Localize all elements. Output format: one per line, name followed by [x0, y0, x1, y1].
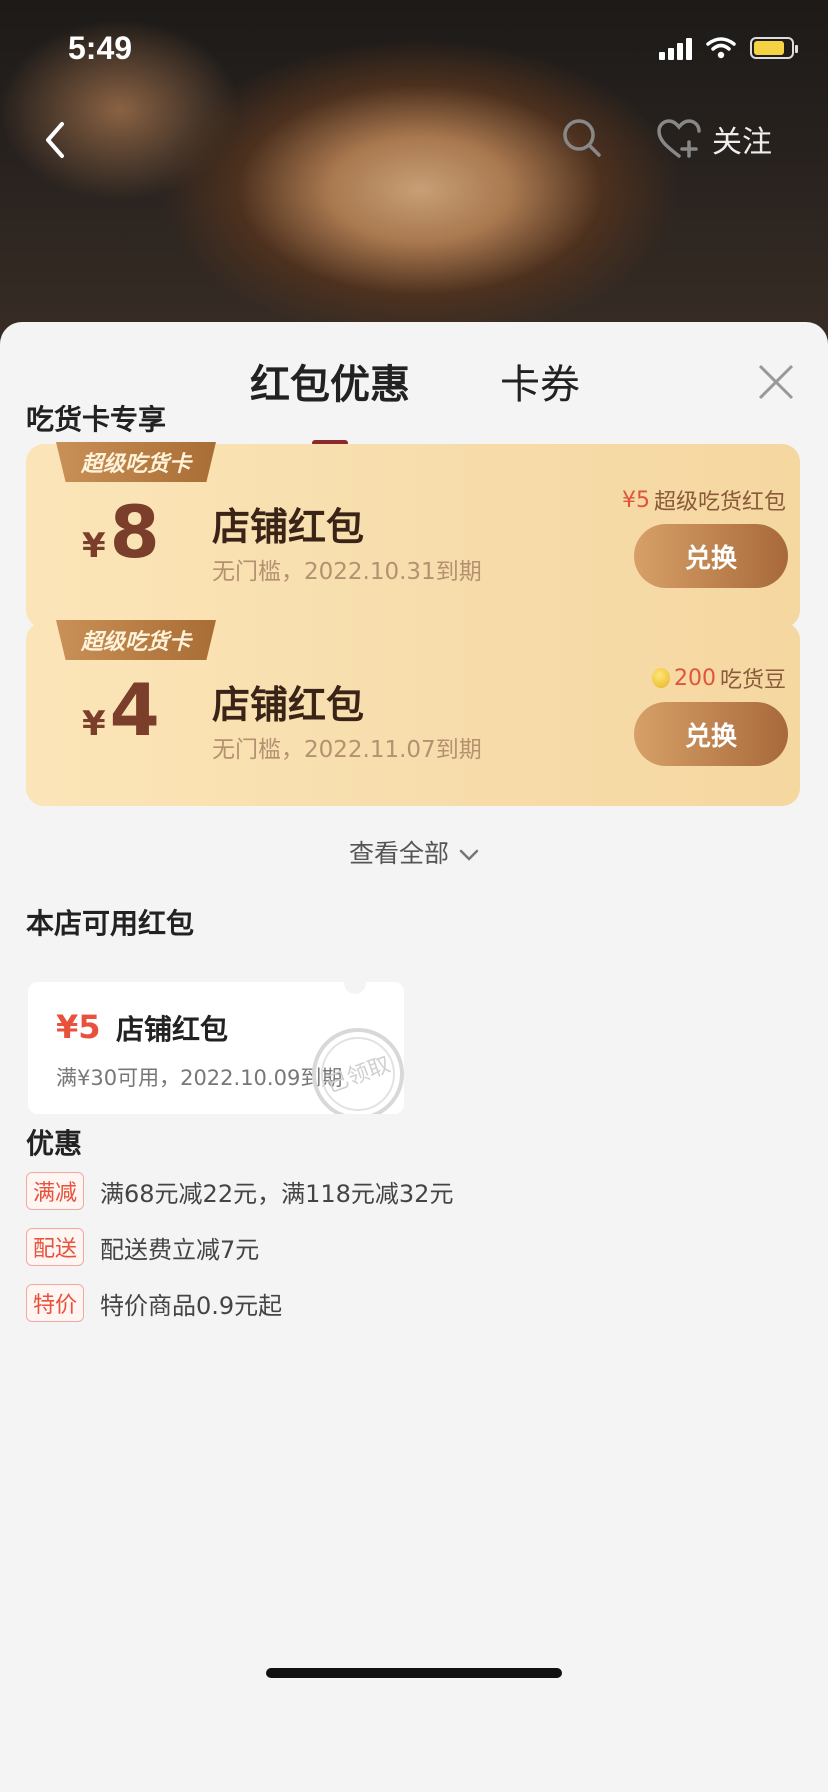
- coupon-desc: 无门槛，2022.11.07到期: [212, 737, 482, 763]
- vip-section-title: 吃货卡专享: [26, 403, 167, 436]
- view-all-link[interactable]: 查看全部: [0, 834, 828, 870]
- vip-coupon-card: 超级吃货卡 ¥ 4 店铺红包 无门槛，2022.11.07到期 200 吃货豆 …: [26, 620, 800, 806]
- exchange-button[interactable]: 兑换: [634, 524, 788, 588]
- super-foodie-card-badge: 超级吃货卡: [56, 442, 216, 482]
- coupon-amount: ¥ 4: [82, 668, 160, 752]
- shop-section-title: 本店可用红包: [26, 907, 195, 940]
- exchange-button[interactable]: 兑换: [634, 702, 788, 766]
- status-time: 5:49: [68, 30, 133, 66]
- promo-tag: 配送: [26, 1228, 85, 1266]
- battery-icon: [750, 37, 798, 59]
- home-indicator[interactable]: [266, 1668, 562, 1678]
- vip-coupon-card: 超级吃货卡 ¥ 8 店铺红包 无门槛，2022.10.31到期 ¥5 超级吃货红…: [26, 442, 800, 628]
- tab-red-packet-offers[interactable]: 红包优惠: [250, 352, 410, 410]
- coupon-sheet: 红包优惠 卡券 吃货卡专享 超级吃货卡 ¥ 8 店铺红包 无门槛，2022.10…: [0, 322, 828, 1792]
- foodie-bean-icon: [651, 668, 670, 688]
- promo-text: 满68元减22元，满118元减32元: [100, 1179, 454, 1208]
- heart-plus-icon: [657, 119, 701, 158]
- promo-item: 配送 配送费立减7元: [26, 1228, 259, 1266]
- coupon-name: 店铺红包: [116, 1013, 229, 1046]
- chevron-down-icon: [459, 849, 479, 861]
- coupon-desc: 无门槛，2022.10.31到期: [212, 559, 482, 585]
- promo-tag: 满减: [26, 1172, 85, 1210]
- search-icon[interactable]: [560, 116, 604, 160]
- super-foodie-card-badge: 超级吃货卡: [56, 620, 216, 660]
- promo-section-title: 优惠: [26, 1127, 83, 1160]
- follow-label: 关注: [712, 125, 772, 160]
- back-arrow-icon[interactable]: [36, 110, 76, 170]
- exchange-cost: 200 吃货豆: [651, 662, 786, 694]
- coupon-amount: ¥ 8: [82, 490, 160, 574]
- tab-vouchers[interactable]: 卡券: [500, 352, 580, 410]
- exchange-cost: ¥5 超级吃货红包: [621, 487, 786, 516]
- promo-text: 配送费立减7元: [100, 1235, 260, 1264]
- svg-text:已领取: 已领取: [323, 1052, 394, 1098]
- coupon-name: 店铺红包: [212, 683, 365, 727]
- coupon-desc: 满¥30可用，2022.10.09到期: [56, 1066, 343, 1090]
- promo-tag: 特价: [26, 1284, 85, 1322]
- coupon-amount: ¥5: [56, 1008, 101, 1046]
- promo-item: 特价 特价商品0.9元起: [26, 1284, 282, 1322]
- close-icon[interactable]: [756, 362, 796, 402]
- wifi-icon: [706, 37, 736, 59]
- coupon-name: 店铺红包: [212, 505, 365, 549]
- promo-text: 特价商品0.9元起: [100, 1291, 283, 1320]
- cellular-signal-icon: [659, 36, 692, 60]
- claimed-stamp-icon: 已领取: [312, 1028, 404, 1114]
- coupon-notch: [344, 982, 366, 994]
- status-bar: 5:49: [0, 0, 828, 100]
- shop-coupon-card[interactable]: ¥5 店铺红包 满¥30可用，2022.10.09到期 已领取: [28, 982, 404, 1114]
- promo-item: 满减 满68元减22元，满118元减32元: [26, 1172, 453, 1210]
- follow-button[interactable]: 关注: [656, 112, 772, 166]
